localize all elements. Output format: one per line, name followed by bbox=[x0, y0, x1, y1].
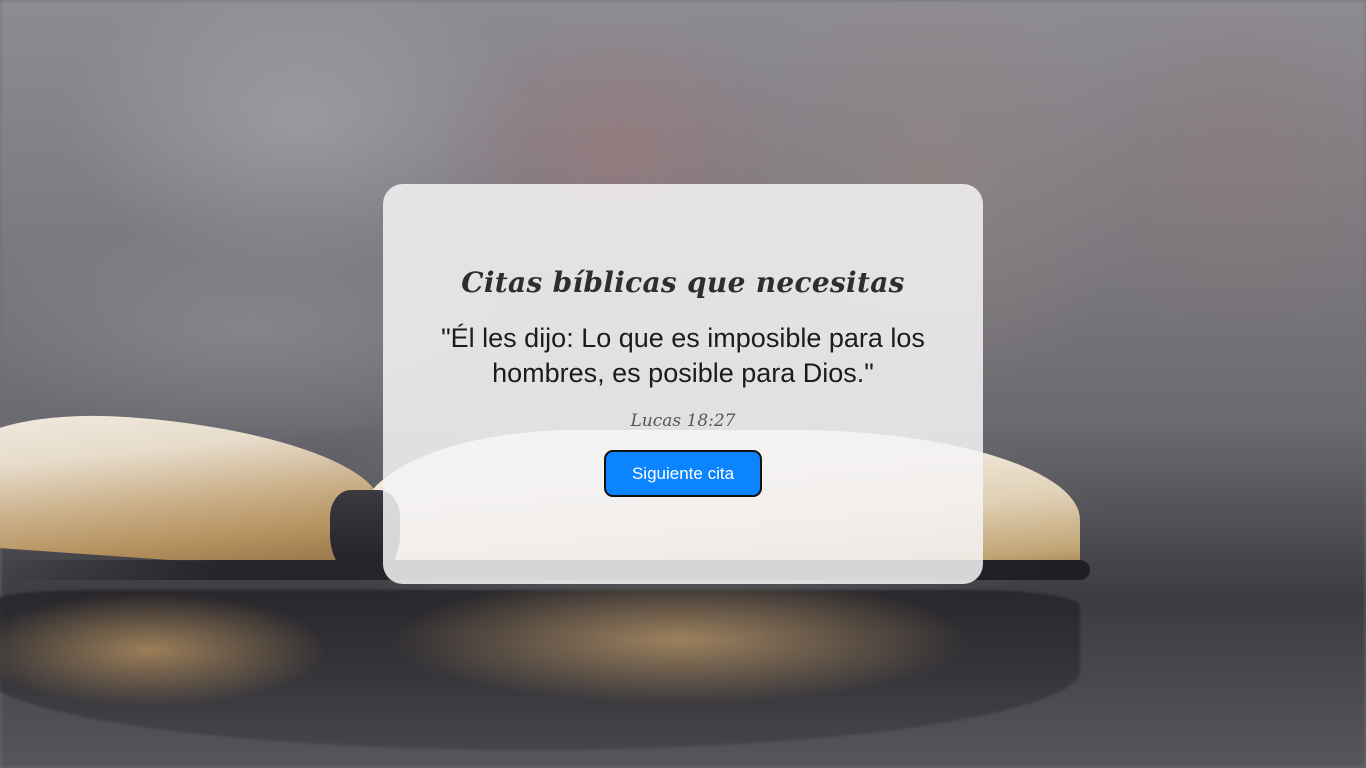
quote-reference: Lucas 18:27 bbox=[630, 411, 736, 431]
next-quote-button[interactable]: Siguiente cita bbox=[604, 450, 762, 497]
quote-card: Citas bíblicas que necesitas "Él les dij… bbox=[383, 184, 983, 584]
book-reflection bbox=[0, 590, 1080, 750]
page-title: Citas bíblicas que necesitas bbox=[461, 266, 905, 299]
quote-text: "Él les dijo: Lo que es imposible para l… bbox=[441, 323, 925, 388]
